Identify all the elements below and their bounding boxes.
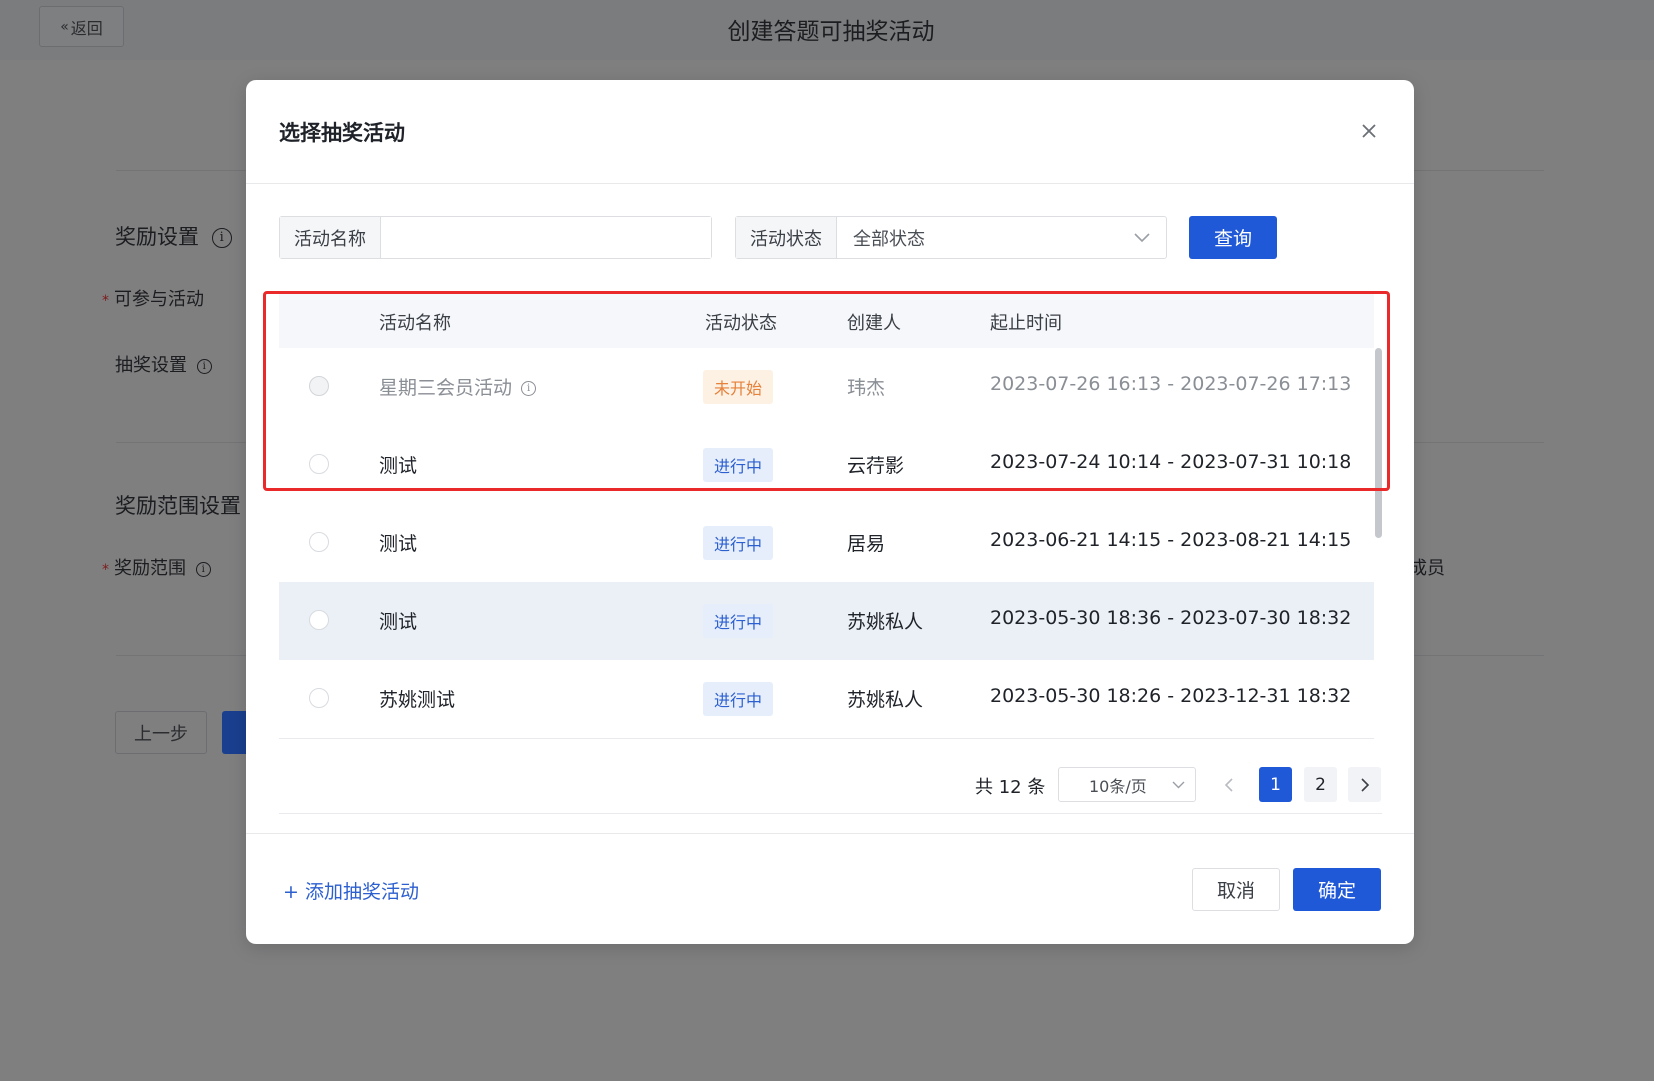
reward-settings-heading: 奖励设置 i: [115, 221, 232, 251]
row-radio: [309, 376, 329, 396]
footer-divider: [246, 833, 1414, 834]
column-header-time: 起止时间: [990, 313, 1062, 334]
modal-title: 选择抽奖活动: [279, 121, 405, 145]
table-row[interactable]: 测试 进行中 云荇影 2023-07-24 10:14 - 2023-07-31…: [279, 426, 1374, 505]
page-title: 创建答题可抽奖活动: [727, 19, 935, 45]
reward-scope-label: * 奖励范围 i: [102, 554, 211, 580]
prev-page-button[interactable]: [1212, 767, 1246, 802]
cancel-button[interactable]: 取消: [1192, 868, 1280, 911]
time-range-cell: 2023-05-30 18:26 - 2023-12-31 18:32: [990, 685, 1352, 707]
activity-name-input[interactable]: [381, 217, 711, 258]
page-size-value: 10条/页: [1089, 776, 1147, 796]
info-icon[interactable]: i: [521, 381, 537, 396]
chevron-down-icon: [1172, 781, 1185, 788]
table-header: 活动名称 活动状态 创建人 起止时间: [279, 294, 1374, 349]
confirm-button[interactable]: 确定: [1293, 868, 1381, 911]
activity-name-cell: 测试: [379, 611, 418, 633]
modal-header: 选择抽奖活动: [246, 80, 1414, 184]
select-lottery-modal: 选择抽奖活动 活动名称 活动状态 全部状态 查询 活动名称 活动状态 创建人 起…: [246, 80, 1414, 944]
creator-cell: 云荇影: [847, 455, 905, 477]
creator-cell: 苏姚私人: [847, 611, 924, 633]
required-mark: *: [102, 562, 109, 578]
activity-status-filter-label: 活动状态: [736, 217, 837, 258]
table-row[interactable]: 测试 进行中 居易 2023-06-21 14:15 - 2023-08-21 …: [279, 504, 1374, 583]
time-range-cell: 2023-06-21 14:15 - 2023-08-21 14:15: [990, 529, 1352, 551]
activity-name-cell: 星期三会员活动 i: [379, 373, 537, 400]
close-icon[interactable]: [1356, 118, 1382, 144]
chevron-right-icon: [1360, 777, 1369, 792]
activity-name-filter: 活动名称: [279, 216, 712, 259]
row-radio[interactable]: [309, 532, 329, 552]
lottery-settings-label: 抽奖设置 i: [115, 351, 212, 377]
column-header-status: 活动状态: [705, 313, 777, 334]
status-badge: 未开始: [703, 370, 774, 404]
activity-name-cell: 苏姚测试: [379, 689, 456, 711]
required-mark: *: [102, 293, 109, 309]
chevron-down-icon: [1134, 232, 1150, 242]
status-badge: 进行中: [703, 526, 774, 560]
top-bar: « 返回 创建答题可抽奖活动: [0, 0, 1654, 60]
table-scrollbar[interactable]: [1375, 348, 1382, 538]
row-radio[interactable]: [309, 454, 329, 474]
query-button[interactable]: 查询: [1189, 216, 1277, 259]
time-range-cell: 2023-07-26 16:13 - 2023-07-26 17:13: [990, 373, 1352, 395]
time-range-cell: 2023-05-30 18:36 - 2023-07-30 18:32: [990, 607, 1352, 629]
reward-scope-settings-heading: 奖励范围设置: [115, 494, 241, 518]
page-button-2[interactable]: 2: [1304, 767, 1337, 802]
info-icon[interactable]: i: [196, 358, 212, 374]
row-radio[interactable]: [309, 610, 329, 630]
activity-name-cell: 测试: [379, 455, 418, 477]
status-badge: 进行中: [703, 448, 774, 482]
prev-step-button[interactable]: 上一步: [115, 711, 207, 754]
page-button-1[interactable]: 1: [1259, 767, 1292, 802]
chevron-left-icon: [1224, 777, 1233, 792]
time-range-cell: 2023-07-24 10:14 - 2023-07-31 10:18: [990, 451, 1352, 473]
info-icon[interactable]: i: [211, 228, 232, 248]
reward-scope-option-text: 成员: [1409, 558, 1445, 579]
activity-name-cell: 测试: [379, 533, 418, 555]
total-count: 共 12 条: [975, 777, 1046, 798]
status-badge: 进行中: [703, 604, 774, 638]
creator-cell: 玮杰: [847, 377, 886, 399]
next-page-button[interactable]: [1348, 767, 1381, 802]
table-row[interactable]: 苏姚测试 进行中 苏姚私人 2023-05-30 18:26 - 2023-12…: [279, 660, 1374, 739]
row-radio[interactable]: [309, 688, 329, 708]
activity-status-value: 全部状态: [853, 228, 925, 250]
table-row[interactable]: 测试 进行中 苏姚私人 2023-05-30 18:36 - 2023-07-3…: [279, 582, 1374, 661]
page-size-select[interactable]: 10条/页: [1058, 767, 1196, 802]
participating-activity-label: * 可参与活动: [102, 289, 204, 310]
add-lottery-link[interactable]: + 添加抽奖活动: [283, 877, 419, 904]
activity-name-filter-label: 活动名称: [280, 217, 381, 258]
activity-status-select[interactable]: 全部状态: [837, 217, 1166, 258]
column-header-name: 活动名称: [379, 313, 451, 334]
creator-cell: 苏姚私人: [847, 689, 924, 711]
table-row[interactable]: 星期三会员活动 i 未开始 玮杰 2023-07-26 16:13 - 2023…: [279, 348, 1374, 427]
table-bottom-border: [279, 813, 1382, 814]
column-header-creator: 创建人: [847, 313, 901, 334]
status-badge: 进行中: [703, 682, 774, 716]
activity-status-filter: 活动状态 全部状态: [735, 216, 1167, 259]
info-icon[interactable]: i: [195, 561, 211, 577]
creator-cell: 居易: [847, 533, 886, 555]
